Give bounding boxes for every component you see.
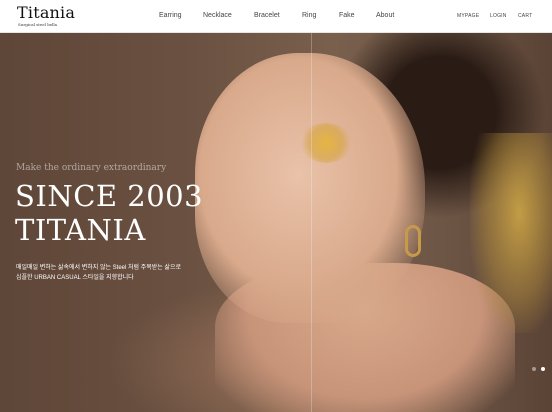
slider-dot-2[interactable] [541,367,545,371]
slider-pagination [532,367,545,371]
hero-image-foliage [470,133,552,333]
slider-dot-1[interactable] [532,367,536,371]
hero-slogan: Make the ordinary extraordinary [16,163,167,173]
nav-item-earring[interactable]: Earring [159,12,182,19]
nav-item-ring[interactable]: Ring [302,12,316,19]
mypage-link[interactable]: MYPAGE [457,13,479,19]
hero-image-face [195,53,425,323]
cart-link[interactable]: CART [518,13,532,19]
nav-item-about[interactable]: About [376,12,394,19]
hero-divider-line [311,33,312,412]
hero-description-line2: 심플한 URBAN CASUAL 스타일을 지향합니다 [16,275,134,281]
nav-item-necklace[interactable]: Necklace [203,12,232,19]
nav-item-bracelet[interactable]: Bracelet [254,12,280,19]
nav-item-fake[interactable]: Fake [339,12,355,19]
hero-headline-line2: TITANIA [15,213,146,247]
hero-banner: Make the ordinary extraordinary SINCE 20… [0,33,552,412]
hero-image-glitter [300,123,352,163]
hero-headline-line1: SINCE 2003 [15,179,204,213]
login-link[interactable]: LOGIN [490,13,507,19]
site-header: Titania Surgical steel bella Earring Nec… [0,0,552,33]
hero-image-earring [405,225,421,257]
logo-tagline: Surgical steel bella [18,22,58,27]
logo[interactable]: Titania [17,4,75,22]
hero-description-line1: 매일매일 변하는 삶속에서 변하지 않는 Steel 처럼 주목받는 삶으로 [16,265,182,271]
